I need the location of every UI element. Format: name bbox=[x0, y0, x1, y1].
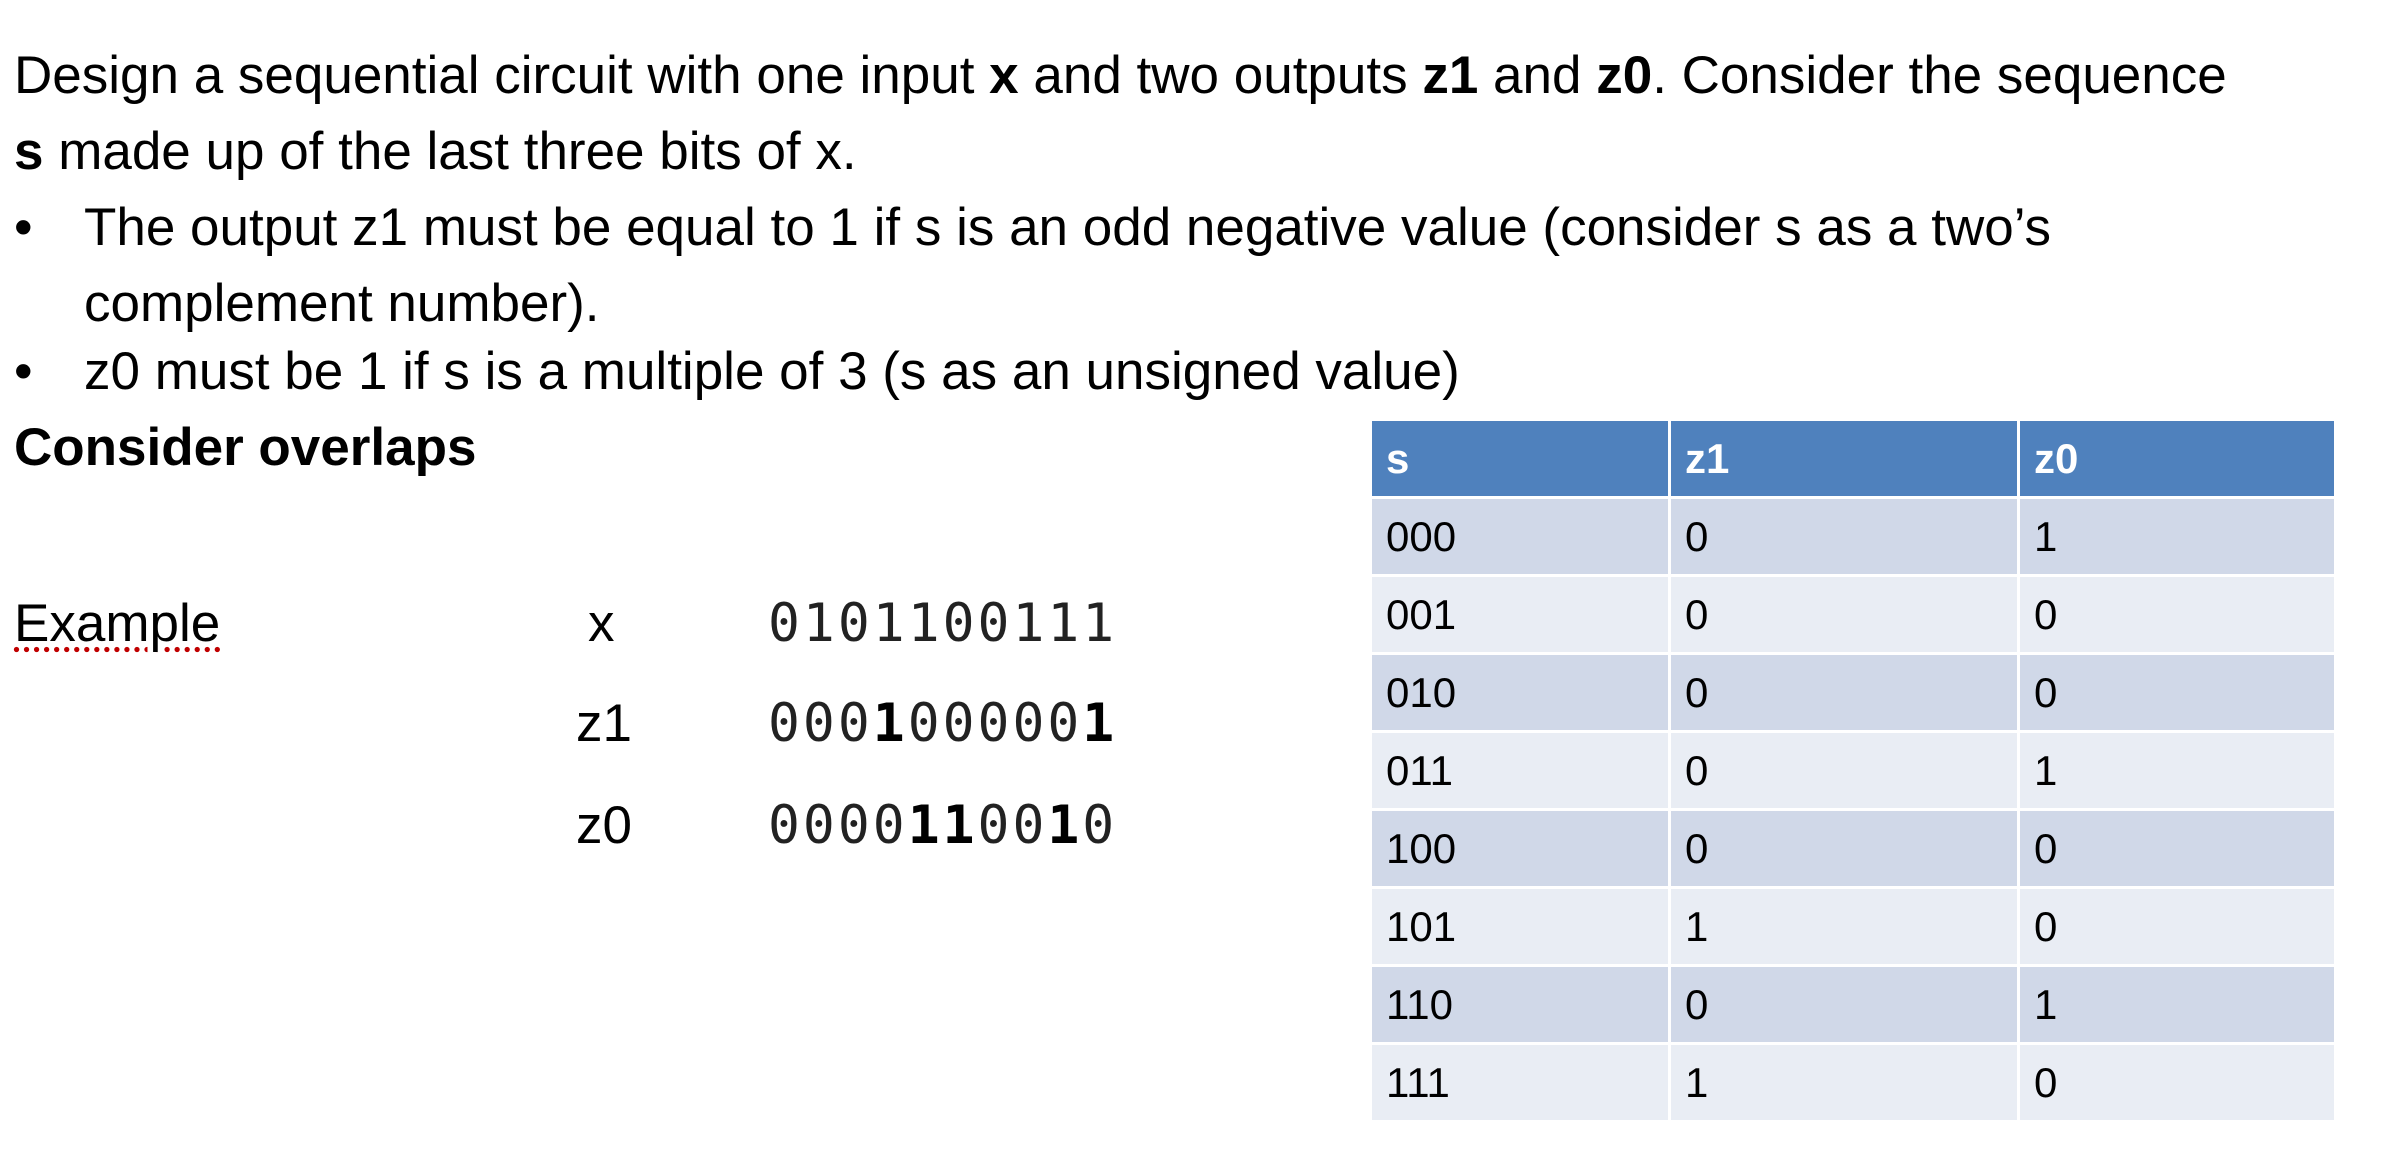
bit-digit: 0 bbox=[768, 795, 803, 856]
example-x-label: x bbox=[588, 594, 615, 653]
cell-s: 100 bbox=[1369, 808, 1671, 889]
header-z0: z0 bbox=[2017, 418, 2337, 499]
truth-table-header-row: s z1 z0 bbox=[1369, 418, 2337, 499]
cell-s: 111 bbox=[1369, 1042, 1671, 1123]
table-row: 100 0 0 bbox=[1369, 808, 2337, 889]
cell-z1: 0 bbox=[1668, 574, 2020, 655]
bullet-z0-text: z0 must be 1 if s is a multiple of 3 (s … bbox=[84, 334, 1460, 410]
cell-z0: 0 bbox=[2017, 886, 2337, 967]
header-s: s bbox=[1369, 418, 1671, 499]
bit-digit: 0 bbox=[942, 693, 978, 754]
cell-z1: 0 bbox=[1668, 964, 2020, 1045]
cell-z0: 0 bbox=[2017, 652, 2337, 733]
bit-digit: 0 bbox=[907, 693, 943, 754]
input-x-label: x bbox=[989, 46, 1019, 105]
cell-s: 101 bbox=[1369, 886, 1671, 967]
cell-s: 000 bbox=[1369, 496, 1671, 577]
output-z0-label: z0 bbox=[1596, 46, 1653, 105]
problem-line-1: Design a sequential circuit with one inp… bbox=[14, 38, 2399, 114]
bit-digit: 1 bbox=[907, 795, 943, 856]
bit-digit: 1 bbox=[1047, 593, 1083, 654]
output-z1-label: z1 bbox=[1422, 46, 1479, 105]
bit-digit: 0 bbox=[977, 693, 1013, 754]
cell-z0: 0 bbox=[2017, 574, 2337, 655]
bit-digit: 0 bbox=[837, 693, 873, 754]
table-row: 111 1 0 bbox=[1369, 1042, 2337, 1123]
example-z1-label: z1 bbox=[576, 694, 632, 753]
table-row: 010 0 0 bbox=[1369, 652, 2337, 733]
bullet-z0-line-1: z0 must be 1 if s is a multiple of 3 (s … bbox=[84, 342, 1460, 401]
table-row: 000 0 1 bbox=[1369, 496, 2337, 577]
intro-text-2: and two outputs bbox=[1018, 46, 1423, 105]
intro-text-5: made up of the last three bits of x. bbox=[43, 122, 857, 181]
bit-digit: 0 bbox=[1047, 693, 1083, 754]
bullet-z1-line-1: The output z1 must be equal to 1 if s is… bbox=[84, 198, 2052, 257]
header-z1: z1 bbox=[1668, 418, 2020, 499]
table-row: 011 0 1 bbox=[1369, 730, 2337, 811]
cell-z1: 0 bbox=[1668, 730, 2020, 811]
bit-digit: 0 bbox=[942, 593, 978, 654]
cell-s: 110 bbox=[1369, 964, 1671, 1045]
bit-digit: 1 bbox=[1082, 693, 1118, 754]
bullet-z1-line-2: complement number). bbox=[84, 274, 600, 333]
bit-digit: 1 bbox=[872, 593, 908, 654]
bit-digit: 1 bbox=[907, 593, 943, 654]
bit-digit: 0 bbox=[872, 795, 908, 856]
example-label: Example bbox=[14, 594, 221, 653]
cell-z0: 1 bbox=[2017, 496, 2337, 577]
sequence-s-label: s bbox=[14, 122, 44, 181]
bit-digit: 0 bbox=[768, 693, 803, 754]
bit-digit: 0 bbox=[837, 593, 873, 654]
bit-digit: 0 bbox=[1012, 795, 1048, 856]
problem-statement: Design a sequential circuit with one inp… bbox=[14, 38, 2399, 190]
bit-digit: 0 bbox=[1082, 795, 1118, 856]
cell-z1: 1 bbox=[1668, 886, 2020, 967]
bit-digit: 1 bbox=[872, 693, 908, 754]
intro-text-4: . Consider the sequence bbox=[1652, 46, 2227, 105]
bit-digit: 0 bbox=[768, 593, 803, 654]
problem-line-2: s made up of the last three bits of x. bbox=[14, 114, 2399, 190]
cell-s: 011 bbox=[1369, 730, 1671, 811]
intro-text-3: and bbox=[1478, 46, 1597, 105]
bit-digit: 1 bbox=[1082, 593, 1118, 654]
bullet-z1-text: The output z1 must be equal to 1 if s is… bbox=[84, 190, 2051, 342]
bit-digit: 0 bbox=[977, 593, 1013, 654]
bit-digit: 0 bbox=[802, 693, 838, 754]
example-z0-label: z0 bbox=[576, 796, 632, 855]
bullet-dot-icon: • bbox=[14, 198, 33, 257]
cell-z0: 0 bbox=[2017, 1042, 2337, 1123]
table-row: 101 1 0 bbox=[1369, 886, 2337, 967]
table-row: 110 0 1 bbox=[1369, 964, 2337, 1045]
cell-z1: 0 bbox=[1668, 808, 2020, 889]
bit-digit: 0 bbox=[1012, 693, 1048, 754]
cell-z0: 0 bbox=[2017, 808, 2337, 889]
cell-z1: 0 bbox=[1668, 652, 2020, 733]
bit-digit: 1 bbox=[802, 593, 838, 654]
truth-table: s z1 z0 000 0 1 001 0 0 010 0 0 011 0 1 … bbox=[1369, 418, 2337, 1123]
bit-digit: 1 bbox=[1012, 593, 1048, 654]
cell-z0: 1 bbox=[2017, 730, 2337, 811]
consider-overlaps-heading: Consider overlaps bbox=[14, 418, 477, 477]
bit-digit: 0 bbox=[802, 795, 838, 856]
cell-s: 010 bbox=[1369, 652, 1671, 733]
example-z0-bits: 0000110010 bbox=[768, 788, 1117, 864]
cell-z1: 0 bbox=[1668, 496, 2020, 577]
cell-z0: 1 bbox=[2017, 964, 2337, 1045]
bit-digit: 0 bbox=[837, 795, 873, 856]
bit-digit: 1 bbox=[1047, 795, 1083, 856]
cell-s: 001 bbox=[1369, 574, 1671, 655]
bit-digit: 1 bbox=[942, 795, 978, 856]
example-z1-bits: 0001000001 bbox=[768, 686, 1117, 762]
table-row: 001 0 0 bbox=[1369, 574, 2337, 655]
bullet-dot-icon: • bbox=[14, 342, 33, 401]
cell-z1: 1 bbox=[1668, 1042, 2020, 1123]
example-x-bits: 0101100111 bbox=[768, 586, 1117, 662]
intro-text-1: Design a sequential circuit with one inp… bbox=[14, 46, 990, 105]
bit-digit: 0 bbox=[977, 795, 1013, 856]
